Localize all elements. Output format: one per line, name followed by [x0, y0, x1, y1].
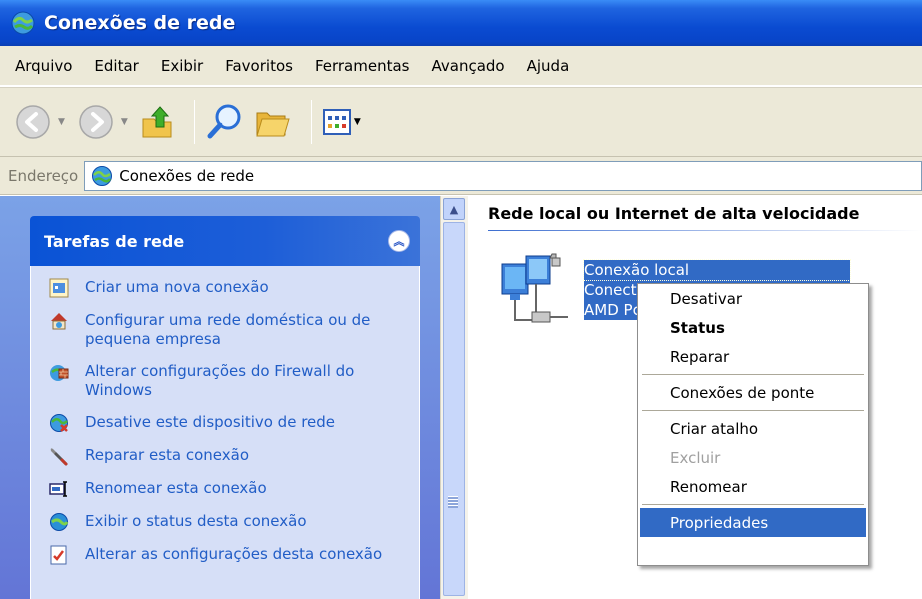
status-icon: [50, 513, 69, 531]
scroll-grip-icon: [448, 496, 458, 508]
menu-item-conexoes-de-ponte[interactable]: Conexões de ponte: [638, 378, 868, 407]
title-bar[interactable]: Conexões de rede: [0, 0, 922, 46]
menu-bar: Arquivo Editar Exibir Favoritos Ferramen…: [0, 46, 922, 86]
menu-favoritos[interactable]: Favoritos: [214, 57, 304, 75]
menu-item-propriedades[interactable]: Propriedades: [640, 508, 866, 537]
menu-avancado[interactable]: Avançado: [421, 57, 516, 75]
toolbar-separator: [193, 100, 195, 144]
connection-name: Conexão local: [583, 259, 851, 281]
scroll-up-icon[interactable]: ▲: [443, 198, 465, 220]
network-tasks-panel: Tarefas de rede ︽ Criar uma nova conexão…: [30, 216, 420, 599]
back-button[interactable]: ▼: [14, 103, 69, 141]
menu-exibir[interactable]: Exibir: [150, 57, 214, 75]
local-connection-icon[interactable]: [496, 252, 576, 332]
toolbar-separator: [310, 100, 312, 144]
address-bar: Endereço Conexões de rede: [0, 157, 922, 195]
menu-separator: [642, 504, 864, 505]
scroll-thumb[interactable]: [443, 222, 465, 596]
address-input[interactable]: Conexões de rede: [84, 160, 922, 191]
folders-button[interactable]: [253, 103, 293, 141]
group-title: Rede local ou Internet de alta velocidad…: [488, 204, 860, 223]
chevron-down-icon[interactable]: ▼: [354, 117, 361, 127]
group-divider: [488, 230, 922, 231]
menu-item-criar-atalho[interactable]: Criar atalho: [638, 414, 868, 443]
task-repair[interactable]: Reparar esta conexão: [49, 446, 409, 466]
views-icon: [322, 109, 351, 135]
forward-button[interactable]: ▼: [77, 103, 132, 141]
menu-separator: [642, 410, 864, 411]
rename-icon: [49, 481, 67, 497]
home-network-icon: [51, 313, 67, 330]
network-tasks-header[interactable]: Tarefas de rede ︽: [30, 216, 420, 266]
chevron-down-icon[interactable]: ▼: [58, 117, 65, 127]
network-tasks-title: Tarefas de rede: [44, 231, 185, 251]
menu-editar[interactable]: Editar: [83, 57, 149, 75]
network-connections-icon: [11, 11, 35, 35]
toolbar: ▼ ▼ ▼: [0, 87, 922, 157]
network-tasks-list: Criar uma nova conexão Configurar uma re…: [30, 266, 420, 599]
window-title: Conexões de rede: [44, 12, 236, 34]
address-label: Endereço: [8, 166, 79, 185]
task-status[interactable]: Exibir o status desta conexão: [49, 512, 409, 532]
collapse-icon[interactable]: ︽: [388, 230, 410, 252]
menu-item-renomear[interactable]: Renomear: [638, 472, 868, 501]
up-folder-icon: [142, 106, 172, 138]
forward-icon: [79, 105, 113, 139]
menu-item-desativar[interactable]: Desativar: [638, 284, 868, 313]
search-icon: [207, 104, 241, 139]
menu-separator: [642, 374, 864, 375]
menu-item-excluir: Excluir: [670, 448, 721, 467]
chevron-down-icon[interactable]: ▼: [121, 117, 128, 127]
menu-arquivo[interactable]: Arquivo: [4, 57, 83, 75]
repair-icon: [50, 448, 68, 466]
task-home-network[interactable]: Configurar uma rede doméstica ou de pequ…: [49, 311, 409, 349]
menu-item-reparar[interactable]: Reparar: [638, 342, 868, 371]
network-connections-icon: [92, 165, 113, 186]
menu-ajuda[interactable]: Ajuda: [516, 57, 581, 75]
views-button[interactable]: ▼: [322, 107, 365, 137]
settings-icon: [50, 545, 67, 565]
task-new-connection[interactable]: Criar uma nova conexão: [49, 278, 409, 298]
menu-ferramentas[interactable]: Ferramentas: [304, 57, 421, 75]
address-value: Conexões de rede: [119, 166, 255, 185]
task-settings[interactable]: Alterar as configurações desta conexão: [49, 545, 409, 565]
firewall-icon: [50, 365, 69, 381]
content-scrollbar[interactable]: ▲: [440, 196, 468, 599]
context-menu: Desativar Status Reparar Conexões de pon…: [637, 283, 869, 566]
folders-icon: [256, 112, 290, 137]
search-button[interactable]: [205, 102, 245, 142]
up-button[interactable]: [140, 103, 176, 141]
task-disable-device[interactable]: Desative este dispositivo de rede: [49, 413, 409, 433]
task-firewall[interactable]: Alterar configurações do Firewall do Win…: [49, 362, 409, 400]
task-rename[interactable]: Renomear esta conexão: [49, 479, 409, 499]
disable-device-icon: [50, 414, 68, 432]
back-icon: [16, 105, 50, 139]
new-connection-icon: [49, 278, 69, 298]
menu-item-status[interactable]: Status: [638, 313, 868, 342]
task-pane: Tarefas de rede ︽ Criar uma nova conexão…: [0, 196, 440, 599]
